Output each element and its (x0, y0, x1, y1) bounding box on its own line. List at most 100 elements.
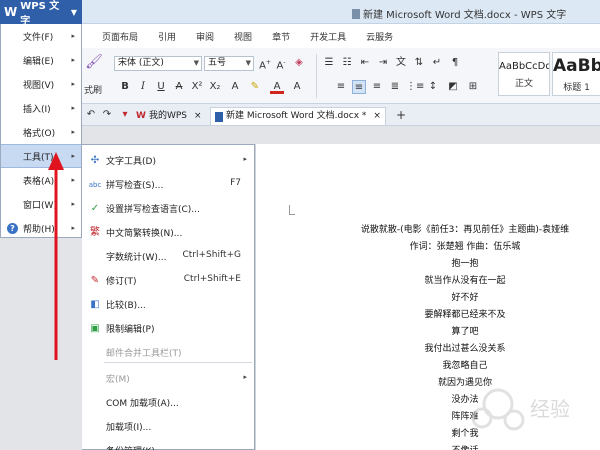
ribbon-tab[interactable]: 审阅 (186, 28, 224, 48)
sort-icon[interactable]: ⇅ (412, 56, 426, 70)
window-title: 新建 Microsoft Word 文档.docx - WPS 文字 (352, 6, 566, 21)
ribbon-tab[interactable]: 视图 (224, 28, 262, 48)
subscript-icon[interactable]: X₂ (208, 80, 222, 94)
shrink-font-icon[interactable]: A- (274, 56, 288, 71)
tools-menu-item[interactable]: ✎ 修订(T) Ctrl+Shift+E (82, 269, 255, 293)
tools-menu-item-label: 加载项(I)... (106, 423, 152, 433)
redo-icon[interactable]: ↷ (100, 108, 114, 122)
tools-menu-item[interactable]: COM 加载项(A)... (82, 391, 255, 415)
chevron-right-icon: ▸ (71, 176, 75, 184)
main-menu-item[interactable]: 工具(T) ▸ (1, 144, 81, 168)
chevron-right-icon: ▸ (71, 32, 75, 40)
chevron-right-icon: ▸ (71, 128, 75, 136)
help-icon: ? (7, 222, 18, 234)
tab-label: 新建 Microsoft Word 文档.docx * (226, 111, 367, 121)
tab-document[interactable]: 新建 Microsoft Word 文档.docx * × (210, 107, 386, 125)
tools-menu-item[interactable]: 字数统计(W)... Ctrl+Shift+G (82, 245, 255, 269)
ribbon-tab[interactable]: 引用 (148, 28, 186, 48)
wps-app-menu-button[interactable]: W WPS 文字 ▼ (0, 0, 82, 27)
char-border-icon[interactable]: A (290, 80, 304, 94)
document-tab-bar: ↶ ↷ ▾ W 我的WPS × 新建 Microsoft Word 文档.doc… (82, 104, 600, 126)
tools-submenu: ✣ 文字工具(D) ▸ abc 拼写检查(S)... F7 ✓ 设置拼写检查语言(C)... 繁… (82, 144, 255, 450)
style-label: 正文 (514, 79, 533, 89)
tools-menu-item[interactable]: 繁中文简繁转换(N)... (82, 221, 255, 245)
close-icon[interactable]: × (194, 108, 202, 125)
tools-menu-item[interactable]: ✣ 文字工具(D) ▸ (82, 149, 255, 173)
justify-icon[interactable]: ≣ (388, 80, 402, 94)
tools-menu-item[interactable]: ▣ 限制编辑(P) (82, 317, 255, 341)
style-label: 标题 1 (563, 83, 590, 93)
show-marks-icon[interactable]: ↵ (430, 56, 444, 70)
style-heading-1[interactable]: AaBb 标题 1 (552, 52, 600, 96)
distribute-icon[interactable]: ⋮≡ (406, 80, 424, 94)
font-size-combo[interactable]: 五号 ▼ (204, 56, 254, 71)
bullet-list-icon[interactable]: ☰ (322, 56, 336, 70)
tools-menu-item-label: COM 加载项(A)... (106, 399, 179, 409)
chinese-layout-icon[interactable]: 文 (394, 56, 408, 70)
ribbon-tab[interactable]: 开发工具 (300, 28, 356, 48)
font-color-icon[interactable]: A (270, 80, 284, 94)
style-normal[interactable]: AaBbCcDd 正文 (498, 52, 550, 96)
decrease-indent-icon[interactable]: ⇤ (358, 56, 372, 70)
chevron-down-icon: ▼ (193, 59, 199, 67)
strikethrough-icon[interactable]: A (172, 80, 186, 94)
italic-icon[interactable]: I (136, 80, 150, 94)
ribbon-tab[interactable]: 章节 (262, 28, 300, 48)
main-menu-item[interactable]: 表格(A) ▸ (1, 168, 81, 192)
chevron-right-icon: ▸ (71, 152, 75, 160)
chevron-right-icon: ▸ (71, 224, 75, 232)
main-menu-item[interactable]: 文件(F) ▸ (1, 24, 81, 48)
align-left-icon[interactable]: ≡ (334, 80, 348, 94)
increase-indent-icon[interactable]: ⇥ (376, 56, 390, 70)
tab-my-wps[interactable]: W 我的WPS × (136, 107, 202, 125)
main-menu-item[interactable]: 视图(V) ▸ (1, 72, 81, 96)
main-menu-item[interactable]: 窗口(W) ▸ (1, 192, 81, 216)
close-icon[interactable]: × (373, 108, 381, 125)
underline-icon[interactable]: U (154, 80, 168, 94)
tools-menu-item: 宏(M) ▸ (82, 367, 255, 391)
tools-menu-item-label: 修订(T) (106, 277, 137, 287)
main-menu-item[interactable]: 编辑(E) ▸ (1, 48, 81, 72)
text-effect-icon[interactable]: A (228, 80, 242, 94)
line-spacing-icon[interactable]: ↕ (426, 80, 440, 94)
chevron-right-icon: ▸ (71, 200, 75, 208)
format-painter-icon[interactable]: 🖌 (84, 52, 104, 72)
ribbon-tab[interactable]: 云服务 (356, 28, 403, 48)
document-line: 算了吧 (451, 327, 479, 337)
border-icon[interactable]: ⊞ (466, 80, 480, 94)
undo-icon[interactable]: ↶ (84, 108, 98, 122)
main-menu-item[interactable]: 插入(I) ▸ (1, 96, 81, 120)
tools-menu-item[interactable]: 加载项(I)... (82, 415, 255, 439)
grow-font-icon[interactable]: A+ (258, 56, 272, 71)
shading-icon[interactable]: ◩ (446, 80, 460, 94)
menu-separator (104, 362, 252, 363)
margin-corner-mark (289, 205, 295, 215)
document-icon (215, 111, 223, 122)
main-menu-item[interactable]: 格式(O) ▸ (1, 120, 81, 144)
main-menu-item[interactable]: ? 帮助(H) ▸ (1, 216, 81, 240)
clear-format-icon[interactable]: ◈ (292, 56, 306, 70)
highlight-icon[interactable]: ✎ (248, 80, 262, 94)
font-name-combo[interactable]: 宋体 (正文) ▼ (114, 56, 202, 71)
tools-menu-item[interactable]: abc 拼写检查(S)... F7 (82, 173, 255, 197)
app-name: WPS 文字 (20, 1, 60, 27)
main-menu-item-label: 格式(O) (23, 128, 56, 139)
new-tab-icon[interactable]: + (394, 108, 408, 122)
format-painter-label: 式刷 (83, 85, 102, 96)
tools-menu-item[interactable]: ✓ 设置拼写检查语言(C)... (82, 197, 255, 221)
font-name-value: 宋体 (正文) (118, 58, 164, 68)
ribbon-tab[interactable]: 页面布局 (92, 28, 148, 48)
bold-icon[interactable]: B (118, 80, 132, 94)
tools-menu-item[interactable]: 备份管理(K)... (82, 439, 255, 450)
document-line: 我付出过甚么没关系 (424, 344, 506, 354)
paragraph-icon[interactable]: ¶ (448, 56, 462, 70)
tools-menu-item[interactable]: ◧ 比较(B)... (82, 293, 255, 317)
quick-access-chevron-icon[interactable]: ▾ (118, 108, 132, 122)
align-right-icon[interactable]: ≡ (370, 80, 384, 94)
chinese-convert-icon: 繁 (90, 227, 100, 238)
align-center-icon[interactable]: ≡ (352, 80, 366, 94)
watermark-text: 经验 (530, 397, 570, 421)
document-line: 不像话 (330, 443, 600, 450)
numbered-list-icon[interactable]: ☷ (340, 56, 354, 70)
superscript-icon[interactable]: X² (190, 80, 204, 94)
